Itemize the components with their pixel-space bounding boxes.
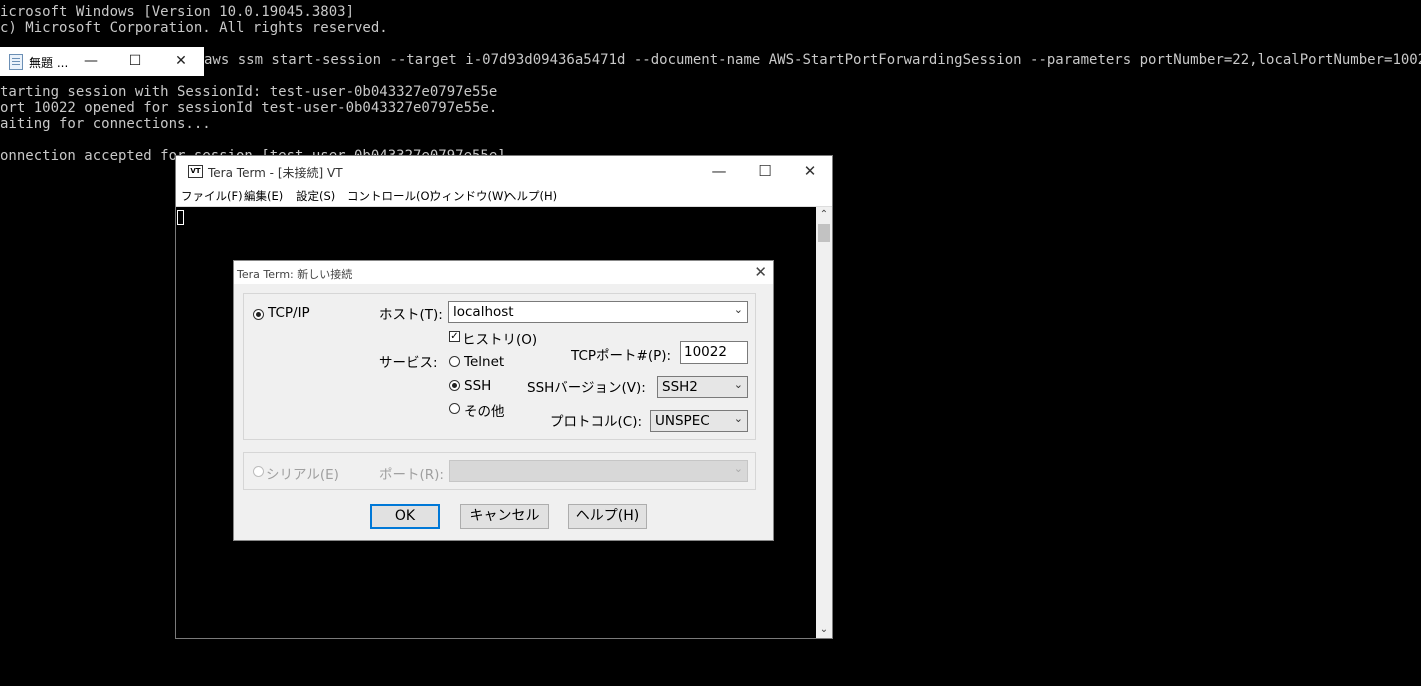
notepad-window[interactable]: 無題 ... — ☐ ✕ — [0, 47, 204, 76]
serial-group: シリアル(E) ポート(R): ⌄ — [243, 452, 756, 490]
console-line: c) Microsoft Corporation. All rights res… — [0, 20, 388, 36]
close-button[interactable]: ✕ — [787, 157, 833, 185]
ssh-label: SSH — [464, 378, 492, 394]
port-label: ポート(R): — [379, 467, 444, 483]
vertical-scrollbar[interactable]: ⌃ ⌄ — [816, 207, 832, 638]
chevron-down-icon: ⌄ — [733, 462, 743, 475]
protocol-select[interactable]: UNSPEC ⌄ — [650, 410, 748, 432]
maximize-button[interactable]: ☐ — [742, 157, 788, 185]
ssh-version-label: SSHバージョン(V): — [527, 380, 646, 396]
close-button[interactable]: ✕ — [166, 50, 196, 72]
protocol-label: プロトコル(C): — [550, 414, 643, 430]
title-bar[interactable]: VT Tera Term - [未接続] VT — ☐ ✕ — [176, 156, 832, 186]
tcpip-group: TCP/IP ホスト(T): localhost ⌄ ✓ ヒストリ(O) サービ… — [243, 293, 756, 440]
close-icon[interactable]: ✕ — [754, 263, 767, 281]
ssh-version-value: SSH2 — [662, 379, 698, 395]
chevron-down-icon: ⌄ — [733, 378, 743, 391]
dialog-title: Tera Term: 新しい接続 — [237, 268, 353, 281]
ssh-version-select[interactable]: SSH2 ⌄ — [657, 376, 748, 398]
tcp-port-input[interactable]: 10022 — [680, 341, 748, 364]
service-label: サービス: — [379, 355, 438, 371]
host-value: localhost — [453, 304, 514, 320]
scroll-down-icon[interactable]: ⌄ — [816, 622, 832, 638]
chevron-down-icon: ⌄ — [733, 412, 743, 425]
dialog-title-bar[interactable]: Tera Term: 新しい接続 ✕ — [234, 261, 773, 284]
serial-label: シリアル(E) — [266, 467, 339, 483]
other-label: その他 — [464, 404, 505, 420]
new-connection-dialog: Tera Term: 新しい接続 ✕ TCP/IP ホスト(T): localh… — [233, 260, 774, 541]
console-line: icrosoft Windows [Version 10.0.19045.380… — [0, 4, 355, 20]
menu-help[interactable]: ヘルプ(H) — [505, 188, 557, 204]
tcpip-radio[interactable] — [253, 309, 264, 320]
history-label: ヒストリ(O) — [462, 332, 538, 348]
minimize-button[interactable]: — — [76, 50, 106, 72]
maximize-button[interactable]: ☐ — [120, 50, 150, 72]
scroll-up-icon[interactable]: ⌃ — [816, 207, 832, 223]
cancel-button[interactable]: キャンセル — [460, 504, 549, 529]
host-combo[interactable]: localhost ⌄ — [448, 301, 748, 323]
history-checkbox[interactable]: ✓ — [449, 331, 460, 342]
menu-control[interactable]: コントロール(O) — [347, 188, 434, 204]
minimize-button[interactable]: — — [696, 157, 742, 185]
other-radio[interactable] — [449, 403, 460, 414]
notepad-title: 無題 ... — [29, 56, 69, 70]
teraterm-icon: VT — [188, 165, 203, 178]
menu-window[interactable]: ウィンドウ(W) — [430, 188, 508, 204]
terminal-cursor — [177, 210, 184, 225]
tcp-port-label: TCPポート#(P): — [571, 348, 672, 364]
help-button[interactable]: ヘルプ(H) — [568, 504, 647, 529]
tcp-port-value: 10022 — [684, 344, 727, 360]
console-line: aiting for connections... — [0, 116, 211, 132]
console-line: tarting session with SessionId: test-use… — [0, 84, 498, 100]
tcpip-label: TCP/IP — [268, 305, 310, 321]
menu-setup[interactable]: 設定(S) — [296, 188, 335, 204]
console-line: aws ssm start-session --target i-07d93d0… — [204, 52, 1421, 68]
menu-edit[interactable]: 編集(E) — [244, 188, 283, 204]
scroll-thumb[interactable] — [818, 224, 830, 242]
telnet-label: Telnet — [464, 354, 505, 370]
ok-button[interactable]: OK — [370, 504, 440, 529]
serial-radio[interactable] — [253, 466, 264, 477]
menu-file[interactable]: ファイル(F) — [181, 188, 243, 204]
ssh-radio[interactable] — [449, 380, 460, 391]
notepad-icon — [9, 54, 23, 70]
protocol-value: UNSPEC — [655, 413, 710, 429]
host-label: ホスト(T): — [379, 307, 443, 323]
chevron-down-icon: ⌄ — [733, 303, 743, 316]
window-title: Tera Term - [未接続] VT — [208, 166, 343, 180]
serial-port-select[interactable]: ⌄ — [449, 460, 748, 482]
console-line: ort 10022 opened for sessionId test-user… — [0, 100, 498, 116]
menu-bar: ファイル(F) 編集(E) 設定(S) コントロール(O) ウィンドウ(W) ヘ… — [176, 186, 832, 207]
telnet-radio[interactable] — [449, 356, 460, 367]
